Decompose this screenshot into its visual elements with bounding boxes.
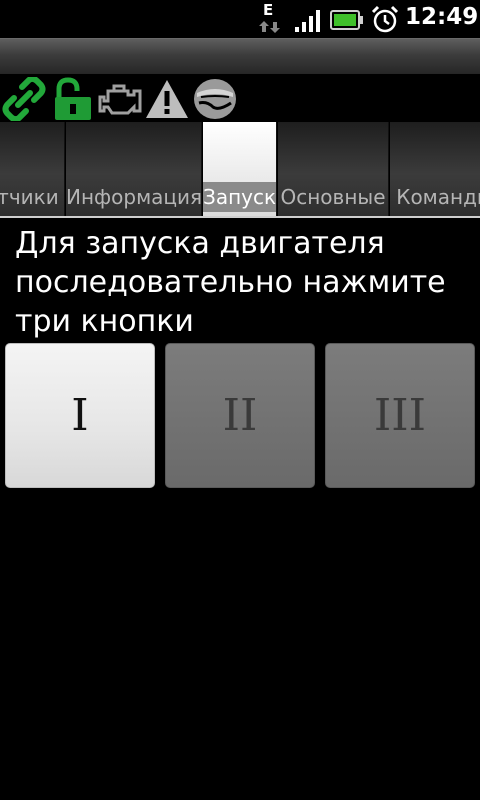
tab-label: Датчики — [0, 185, 59, 209]
tab-underline — [0, 216, 480, 218]
tab-start[interactable]: Запуск — [203, 122, 277, 216]
network-type-indicator: E — [258, 0, 282, 38]
clock: 12:49 — [405, 4, 479, 30]
step-button-1[interactable]: I — [5, 343, 155, 488]
unlock-icon[interactable] — [51, 77, 95, 121]
tab-information[interactable]: Информация — [66, 122, 202, 216]
tab-label: Запуск — [203, 182, 276, 212]
link-icon[interactable] — [2, 77, 46, 121]
step-button-2[interactable]: II — [165, 343, 315, 488]
battery-icon — [330, 10, 363, 30]
tab-label: Основные — [280, 185, 386, 209]
instruction-text: Для запуска двигателя последовательно на… — [15, 226, 446, 339]
signal-icon — [295, 10, 320, 32]
tab-label: Команды — [396, 185, 480, 209]
car-shield-icon[interactable] — [193, 77, 237, 121]
title-bar — [0, 38, 480, 74]
tab-commands[interactable]: Команды — [390, 122, 480, 216]
step-button-label: I — [71, 390, 89, 441]
warning-icon[interactable] — [145, 77, 189, 121]
tab-main[interactable]: Основные — [278, 122, 389, 216]
tab-bar: Датчики Информация Запуск Основные Коман… — [0, 122, 480, 218]
status-bar: E 12:49 — [0, 0, 480, 38]
tab-sensors[interactable]: Датчики — [0, 122, 65, 216]
step-button-label: II — [222, 390, 258, 441]
engine-icon[interactable] — [98, 77, 142, 121]
alarm-clock-icon — [371, 5, 399, 33]
step-button-3[interactable]: III — [325, 343, 475, 488]
data-arrows-icon — [259, 21, 280, 33]
step-button-label: III — [373, 390, 427, 441]
tab-label: Информация — [66, 185, 202, 209]
network-type-label: E — [263, 1, 274, 19]
status-icon-row — [0, 74, 480, 122]
